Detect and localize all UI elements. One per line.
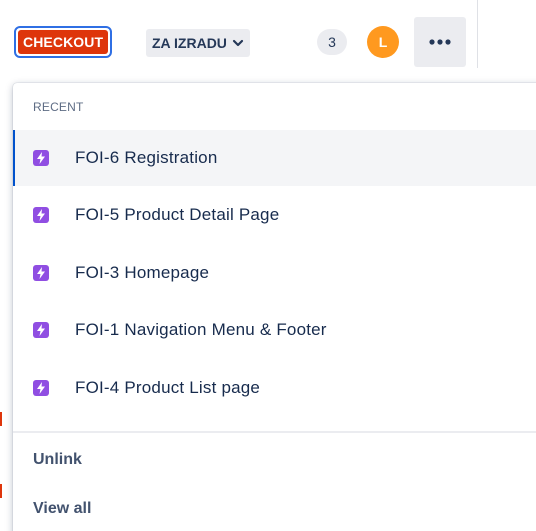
more-horizontal-icon (429, 39, 451, 45)
menu-item-foi-1[interactable]: FOI-1 Navigation Menu & Footer (13, 302, 536, 358)
epic-label: CHECKOUT (18, 30, 109, 54)
story-icon (33, 265, 49, 281)
menu-item-foi-4[interactable]: FOI-4 Product List page (13, 360, 536, 416)
menu-divider (13, 431, 536, 433)
story-icon (33, 322, 49, 338)
story-icon (33, 380, 49, 396)
menu-item-label: FOI-4 Product List page (75, 378, 261, 397)
background-marker (0, 484, 2, 498)
menu-item-label: FOI-1 Navigation Menu & Footer (75, 320, 327, 339)
more-actions-button[interactable] (414, 17, 466, 67)
section-title-recent: RECENT (33, 100, 84, 114)
assignee-avatar[interactable]: L (367, 26, 399, 58)
issue-toolbar: CHECKOUT ZA IZRADU 3 L (0, 0, 536, 80)
unlink-button[interactable]: Unlink (13, 436, 536, 484)
chevron-down-icon (232, 39, 244, 47)
toolbar-divider (477, 0, 478, 68)
menu-item-foi-6[interactable]: FOI-6 Registration (13, 130, 536, 186)
menu-item-label: FOI-5 Product Detail Page (75, 205, 280, 224)
epic-link-button[interactable]: CHECKOUT (14, 26, 113, 58)
menu-item-foi-5[interactable]: FOI-5 Product Detail Page (13, 187, 536, 243)
menu-item-label: FOI-6 Registration (75, 148, 218, 167)
view-all-link[interactable]: View all (13, 485, 536, 531)
epic-link-menu: RECENT FOI-6 Registration FOI-5 Product … (13, 83, 536, 531)
story-icon (33, 150, 49, 166)
issue-link-panel: CHECKOUT ZA IZRADU 3 L RECENT FOI-6 Regi… (0, 0, 536, 531)
status-dropdown[interactable]: ZA IZRADU (146, 29, 250, 57)
story-icon (33, 207, 49, 223)
count-badge: 3 (317, 29, 347, 55)
menu-item-label: FOI-3 Homepage (75, 263, 210, 282)
background-marker (0, 412, 2, 426)
status-label: ZA IZRADU (152, 35, 227, 51)
menu-item-foi-3[interactable]: FOI-3 Homepage (13, 245, 536, 301)
